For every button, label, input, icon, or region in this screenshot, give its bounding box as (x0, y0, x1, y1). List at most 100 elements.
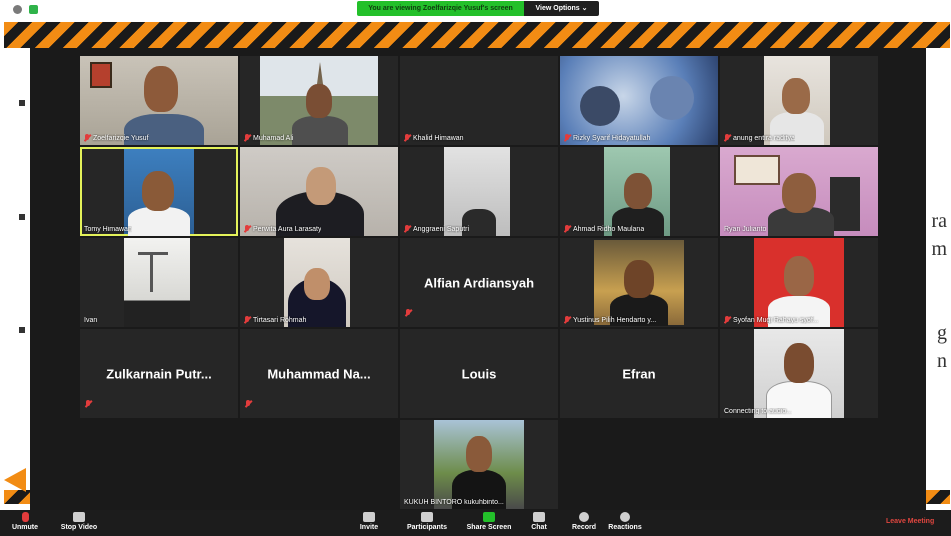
muted-mic-icon (244, 225, 250, 233)
face (306, 84, 332, 118)
participant-tile[interactable]: Muhammad Na... (240, 329, 398, 418)
info-icon[interactable] (13, 5, 22, 14)
gallery-view: Zoelfarizqie Yusuf Muhamad Ali Khalid Hi… (30, 48, 926, 511)
participant-video (720, 147, 878, 236)
share-screen-button[interactable]: Share Screen (462, 512, 516, 531)
body-shape (292, 116, 348, 145)
participant-tile[interactable]: Anggraeni Saputri (400, 147, 558, 236)
reactions-button[interactable]: Reactions (606, 512, 644, 531)
record-button[interactable]: Record (568, 512, 600, 531)
participant-tile[interactable]: Syofan Mugi Rahayu syof... (720, 238, 878, 327)
participant-tile-active-speaker[interactable]: Tomy Himawan (80, 147, 238, 236)
blurred-object (580, 86, 620, 126)
wall-frame (90, 62, 112, 88)
participant-tile[interactable]: Connecting to audio... (720, 329, 878, 418)
participant-name: Tomy Himawan (84, 226, 132, 233)
muted-mic-icon (244, 134, 250, 142)
face (782, 173, 816, 213)
participant-name: Muhamad Ali (244, 134, 293, 142)
participant-name-large: Zulkarnain Putr... (106, 366, 212, 381)
view-options-button[interactable]: View Options ⌄ (524, 1, 599, 16)
participant-video (284, 238, 350, 327)
muted-mic-icon (84, 134, 90, 142)
participants-icon (421, 512, 433, 522)
share-screen-label: Share Screen (466, 524, 512, 531)
muted-mic-icon (405, 304, 411, 322)
participant-name: KUKUH BINTORO kukuhbinto... (404, 499, 504, 506)
slide-bullet (19, 100, 25, 106)
invite-icon (363, 512, 375, 522)
participant-tile[interactable]: Khalid Himawan (400, 56, 558, 145)
participant-tile[interactable]: Zoelfarizqie Yusuf (80, 56, 238, 145)
face (144, 66, 178, 112)
face (784, 256, 814, 296)
face (142, 171, 174, 211)
chat-icon (533, 512, 545, 522)
video-camera-icon (73, 512, 85, 522)
viewing-screen-label: You are viewing Zoelfarizqie Yusuf's scr… (357, 1, 524, 16)
participant-name-large: Louis (461, 366, 497, 381)
paper-drawing (150, 252, 153, 292)
muted-mic-icon (564, 134, 570, 142)
participant-tile[interactable]: Rizky Syarif Hidayatullah (560, 56, 718, 145)
participant-video (604, 147, 670, 236)
participant-name: Khalid Himawan (404, 134, 464, 142)
participant-name: Tirtasari Rohmah (244, 316, 306, 324)
participant-video (764, 56, 830, 145)
slide-text-fragment: n (937, 350, 947, 372)
participant-video (434, 420, 524, 509)
participant-tile[interactable]: Ryan Julianto (720, 147, 878, 236)
participant-tile[interactable]: Perwita Aura Larasaty (240, 147, 398, 236)
face (624, 173, 652, 209)
stop-video-button[interactable]: Stop Video (56, 512, 102, 531)
slide-text-fragment: g (937, 322, 947, 344)
participant-tile[interactable]: Alfian Ardiansyah (400, 238, 558, 327)
participant-tile[interactable]: Ahmad Ridho Maulana (560, 147, 718, 236)
participants-button[interactable]: Participants (401, 512, 453, 531)
face (784, 343, 814, 383)
participant-tile[interactable]: KUKUH BINTORO kukuhbinto... (400, 420, 558, 509)
muted-mic-icon (85, 395, 91, 413)
participant-video (80, 56, 238, 145)
side-panel-tab[interactable] (4, 468, 26, 492)
participant-name: Ahmad Ridho Maulana (564, 225, 644, 233)
participant-tile[interactable]: Yustinus Pilih Hendarto y... (560, 238, 718, 327)
face (624, 260, 654, 298)
participant-name: Rizky Syarif Hidayatullah (564, 134, 650, 142)
face (782, 78, 810, 114)
meeting-toolbar: Unmute Stop Video Invite Participants Sh… (0, 510, 951, 536)
participant-video (754, 238, 844, 327)
unmute-button[interactable]: Unmute (8, 512, 42, 531)
muted-mic-icon (564, 316, 570, 324)
participant-video (124, 149, 194, 236)
participant-tile[interactable]: Muhamad Ali (240, 56, 398, 145)
participant-name-large: Efran (622, 366, 656, 381)
participant-tile[interactable]: Tirtasari Rohmah (240, 238, 398, 327)
share-border-bottom-right (926, 490, 950, 504)
participant-tile[interactable]: Zulkarnain Putr... (80, 329, 238, 418)
participant-video (124, 238, 190, 327)
participant-video (240, 147, 398, 236)
participant-video (560, 56, 718, 145)
participant-tile[interactable]: Louis (400, 329, 558, 418)
face (466, 436, 492, 472)
participant-tile[interactable]: Efran (560, 329, 718, 418)
share-border-top (4, 22, 950, 48)
cabinet-shape (830, 177, 860, 231)
participant-tile[interactable]: Ivan (80, 238, 238, 327)
top-status-bar: You are viewing Zoelfarizqie Yusuf's scr… (0, 0, 951, 18)
participant-name-large: Muhammad Na... (267, 366, 371, 381)
unmute-label: Unmute (11, 524, 39, 531)
share-banner: You are viewing Zoelfarizqie Yusuf's scr… (357, 1, 599, 16)
leave-meeting-button[interactable]: Leave Meeting (886, 518, 934, 525)
participant-tile[interactable]: anung entira raditya (720, 56, 878, 145)
muted-mic-icon (21, 512, 29, 522)
slide-bullet (19, 214, 25, 220)
face (306, 167, 336, 205)
lock-icon[interactable] (29, 5, 38, 14)
invite-button[interactable]: Invite (355, 512, 383, 531)
chat-button[interactable]: Chat (526, 512, 552, 531)
slide-text-fragment: ra (931, 210, 947, 232)
share-border-bottom-left (4, 490, 30, 504)
participant-name-large: Alfian Ardiansyah (423, 275, 535, 290)
